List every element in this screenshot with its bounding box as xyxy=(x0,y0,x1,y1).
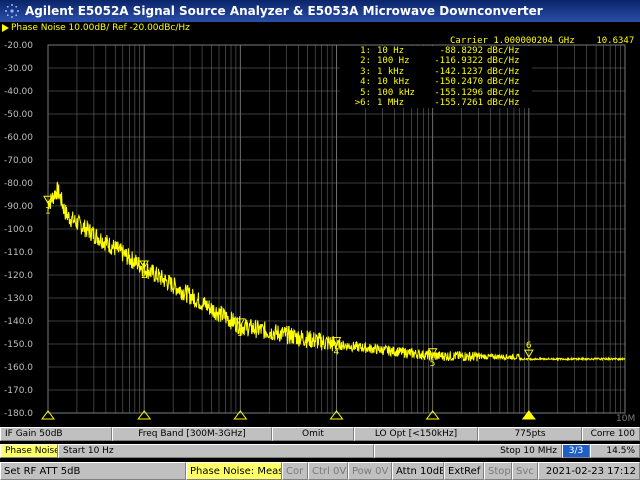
plot-svg[interactable]: -20.00 -30.00 -40.00 -50.00 -60.00 -70.00 -80.… xyxy=(0,34,640,424)
meas-type-label[interactable]: Phase Noise xyxy=(0,444,58,458)
plot-grid xyxy=(47,44,626,414)
if-gain-button[interactable]: IF Gain 50dB xyxy=(0,427,112,441)
datetime-status: 2021-02-23 17:12 xyxy=(538,462,640,480)
x-end-label: 10M xyxy=(616,414,635,424)
cor-status: Cor xyxy=(282,462,308,480)
sweep-count: 3/3 xyxy=(562,444,590,458)
marker-number-label: 6 xyxy=(526,341,532,351)
svc-status: Svc xyxy=(512,462,538,480)
marker-number-label: 3 xyxy=(237,329,243,339)
omit-button[interactable]: Omit xyxy=(272,427,354,441)
carrier-label: Carrier 1.000000204 GHz xyxy=(450,36,575,46)
ctrl-status: Ctrl 0V xyxy=(308,462,348,480)
marker-number-label: 2 xyxy=(141,271,147,281)
freq-band-button[interactable]: Freq Band [300M-3GHz] xyxy=(112,427,272,441)
start-freq[interactable]: Start 10 Hz xyxy=(58,444,374,458)
marker-row: 5: 100 kHz -155.1296 dBc/Hz xyxy=(360,87,520,98)
measurement-settings-bar: IF Gain 50dB Freq Band [300M-3GHz] Omit … xyxy=(0,427,640,441)
y-tick-label: -20.00 xyxy=(4,41,33,51)
meas-state-status: Phase Noise: Meas xyxy=(186,462,282,480)
y-tick-label: -120.0 xyxy=(4,271,33,281)
extref-status: ExtRef xyxy=(444,462,484,480)
carrier-info: Carrier 1.000000204 GHz 10.6347 dbm xyxy=(450,36,640,46)
y-tick-label: -150.0 xyxy=(4,340,33,350)
marker-row: 1: 10 Hz -88.8292 dBc/Hz xyxy=(360,46,520,56)
lo-opt-button[interactable]: LO Opt [<150kHz] xyxy=(354,427,478,441)
carrier-power: 10.6347 dbm xyxy=(596,36,640,46)
marker-row: 3: 1 kHz -142.1237 dBc/Hz xyxy=(360,66,520,77)
stop-freq[interactable]: Stop 10 MHz xyxy=(374,444,562,458)
marker-number-label: 1 xyxy=(45,206,51,216)
instrument-status-bar: Set RF ATT 5dB Phase Noise: Meas Cor Ctr… xyxy=(0,462,640,480)
y-tick-label: -140.0 xyxy=(4,317,33,327)
y-tick-label: -70.00 xyxy=(4,156,33,166)
trace-header[interactable]: Phase Noise 10.00dB/ Ref -20.00dBc/Hz xyxy=(0,22,640,34)
y-tick-label: -170.0 xyxy=(4,386,33,396)
y-tick-label: -50.00 xyxy=(4,110,33,120)
sweep-percent: 14.5% xyxy=(590,444,640,458)
y-tick-label: -100.0 xyxy=(4,225,33,235)
marker-row: 4: 10 kHz -150.2470 dBc/Hz xyxy=(360,77,520,88)
window-titlebar: Agilent E5052A Signal Source Analyzer & … xyxy=(0,0,640,22)
pow-status: Pow 0V xyxy=(348,462,392,480)
points-button[interactable]: 775pts xyxy=(478,427,582,441)
marker-row: 2: 100 Hz -116.9322 dBc/Hz xyxy=(360,56,520,67)
marker-row: >6: 1 MHz -155.7261 dBc/Hz xyxy=(354,98,520,109)
y-tick-label: -160.0 xyxy=(4,363,33,373)
y-tick-label: -110.0 xyxy=(4,248,33,258)
correlation-button[interactable]: Corre 100 xyxy=(582,427,640,441)
y-tick-label: -60.00 xyxy=(4,133,33,143)
sweep-range-bar: Phase Noise Start 10 Hz Stop 10 MHz 3/3 … xyxy=(0,444,640,458)
y-tick-label: -130.0 xyxy=(4,294,33,304)
active-trace-arrow-icon xyxy=(2,24,9,32)
marker-number-label: 4 xyxy=(334,348,340,358)
window-title: Agilent E5052A Signal Source Analyzer & … xyxy=(25,4,543,18)
attn-status: Attn 10dB xyxy=(392,462,444,480)
set-rf-att-status: Set RF ATT 5dB xyxy=(0,462,186,480)
y-tick-label: -90.00 xyxy=(4,202,33,212)
y-tick-label: -30.00 xyxy=(4,64,33,74)
stop-status: Stop xyxy=(484,462,512,480)
phase-noise-plot[interactable]: -20.00 -30.00 -40.00 -50.00 -60.00 -70.00 -80.… xyxy=(0,34,640,424)
marker-table: 1: 10 Hz -88.8292 dBc/Hz 2: 100 Hz -116.9322 d… xyxy=(340,46,532,109)
trace-scale-label: Phase Noise 10.00dB/ Ref -20.00dBc/Hz xyxy=(11,23,190,33)
marker-number-label: 5 xyxy=(430,359,436,369)
y-tick-label: -40.00 xyxy=(4,87,33,97)
x-axis-marker-triangles xyxy=(41,410,536,420)
y-tick-label: -80.00 xyxy=(4,179,33,189)
y-tick-label: -180.0 xyxy=(4,409,33,419)
agilent-logo-icon xyxy=(5,4,19,18)
y-axis-ticks: -20.00 -30.00 -40.00 -50.00 -60.00 -70.00 -80.… xyxy=(4,41,33,419)
trace-markers: 1 2 3 4 5 6 xyxy=(43,195,534,369)
